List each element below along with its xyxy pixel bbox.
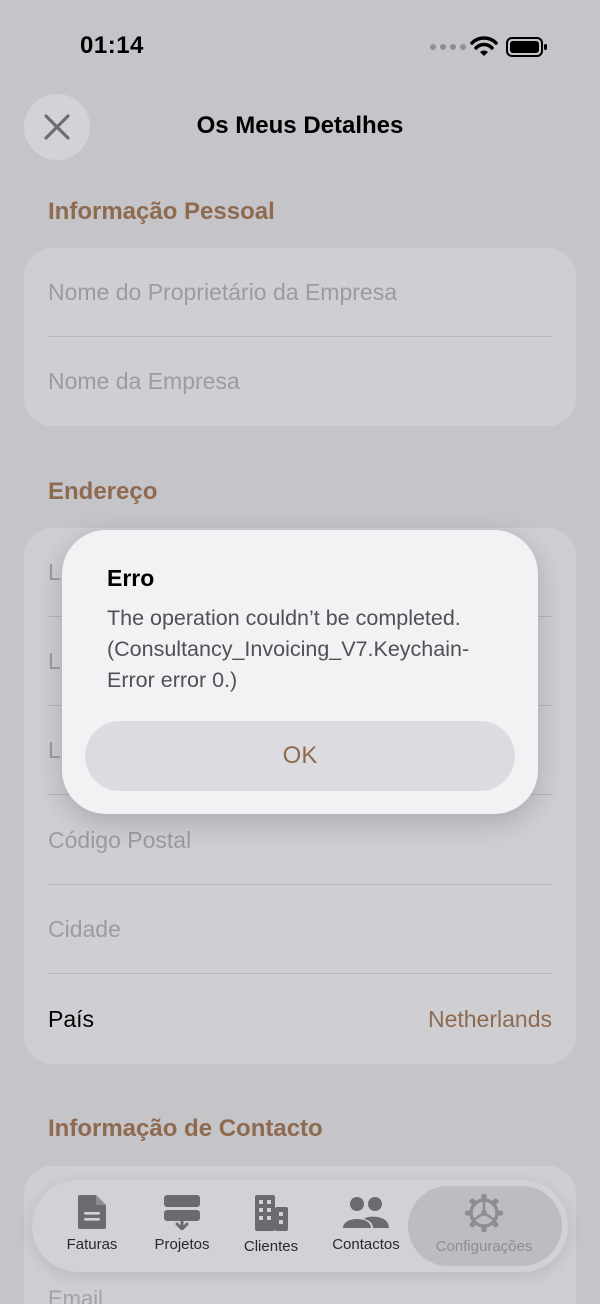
document-icon xyxy=(78,1195,106,1229)
tab-contactos-label: Contactos xyxy=(332,1236,400,1253)
alert-title: Erro xyxy=(107,565,155,591)
tab-projetos[interactable]: Projetos xyxy=(150,1194,214,1253)
tab-faturas-label: Faturas xyxy=(66,1236,118,1253)
section-header-personal: Informação Pessoal xyxy=(48,198,275,225)
section-header-address: Endereço xyxy=(48,478,158,505)
section-header-contact: Informação de Contacto xyxy=(48,1115,323,1142)
tab-configuracoes-label: Configurações xyxy=(435,1238,533,1255)
owner-name-placeholder: Nome do Proprietário da Empresa xyxy=(48,278,397,305)
tab-clientes[interactable]: Clientes xyxy=(239,1194,303,1255)
address-line-3-placeholder: L xyxy=(48,736,61,763)
page-title: Os Meus Detalhes xyxy=(196,112,404,139)
alert-message: The operation couldn’t be completed. (Co… xyxy=(107,606,470,692)
status-time: 01:14 xyxy=(80,32,144,59)
gear-icon xyxy=(465,1194,503,1232)
address-line-1-placeholder: L xyxy=(48,558,61,585)
building-icon xyxy=(255,1195,288,1231)
error-alert: Erro The operation couldn’t be completed… xyxy=(62,530,538,814)
battery-icon xyxy=(506,37,547,57)
status-bar: 01:14 xyxy=(0,0,600,96)
company-name-placeholder: Nome da Empresa xyxy=(48,368,240,394)
country-picker[interactable]: País Netherlands xyxy=(48,975,552,1064)
country-label: País xyxy=(48,1006,95,1032)
city-placeholder: Cidade xyxy=(48,915,121,942)
country-value: Netherlands xyxy=(427,1006,552,1032)
tab-faturas[interactable]: Faturas xyxy=(65,1194,119,1253)
owner-name-field[interactable]: Nome do Proprietário da Empresa xyxy=(48,248,552,337)
cellular-signal-icon xyxy=(430,44,466,50)
tab-configuracoes[interactable]: Configurações xyxy=(428,1194,540,1255)
tab-clientes-label: Clientes xyxy=(243,1238,299,1255)
tab-contactos[interactable]: Contactos xyxy=(326,1194,406,1253)
tab-bar: Faturas Projetos Clientes Contactos Conf… xyxy=(32,1180,568,1272)
projects-icon xyxy=(164,1195,200,1230)
postal-code-placeholder: Código Postal xyxy=(48,826,192,853)
address-line-2-placeholder: L xyxy=(48,647,61,674)
email-field-peek[interactable]: Email xyxy=(48,1286,103,1304)
tab-projetos-label: Projetos xyxy=(154,1236,210,1253)
alert-ok-button[interactable]: OK xyxy=(85,721,515,791)
personal-info-card: Nome do Proprietário da Empresa Nome da … xyxy=(24,248,576,426)
wifi-icon xyxy=(470,36,498,56)
people-icon xyxy=(343,1197,389,1228)
company-name-field[interactable]: Nome da Empresa xyxy=(48,337,552,426)
city-field[interactable]: Cidade xyxy=(48,885,552,974)
